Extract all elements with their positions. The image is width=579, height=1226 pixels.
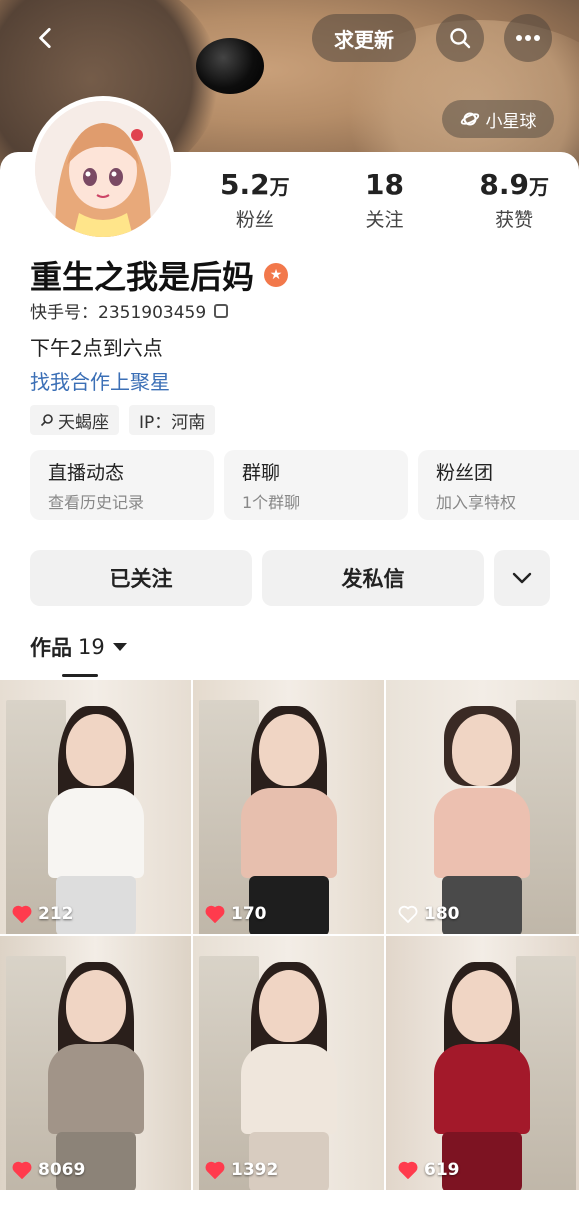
stat-number: 8.9 xyxy=(479,168,529,201)
avatar-image xyxy=(35,101,171,237)
works-count: 19 xyxy=(78,635,105,659)
figure-head xyxy=(66,714,126,786)
like-count-value: 619 xyxy=(424,1160,460,1180)
tab-works[interactable]: 作品 19 xyxy=(30,632,127,662)
banner-decoration xyxy=(196,38,264,94)
chevron-down-icon xyxy=(512,572,532,584)
profile-actions: 已关注 发私信 xyxy=(30,550,550,606)
stat-label: 粉丝 xyxy=(235,209,274,231)
like-count-value: 212 xyxy=(38,904,74,924)
like-count: 170 xyxy=(205,904,267,924)
feature-live-history[interactable]: 直播动态 查看历史记录 xyxy=(30,450,214,520)
search-icon xyxy=(450,28,471,49)
figure-body xyxy=(434,1044,530,1134)
planet-icon xyxy=(460,112,479,126)
stat-number: 5.2 xyxy=(220,168,270,201)
figure-body xyxy=(48,1044,144,1134)
video-item[interactable]: 619 xyxy=(386,936,579,1190)
video-grid: 212 170 180 8069 1392 619 xyxy=(0,680,579,1190)
tab-indicator xyxy=(62,674,98,677)
kuaishou-id-text: 快手号：2351903459 xyxy=(30,303,207,323)
like-count: 8069 xyxy=(12,1160,85,1180)
figure-body xyxy=(241,1044,337,1134)
heart-icon xyxy=(398,1161,418,1179)
stat-label: 获赞 xyxy=(495,209,534,231)
figure-body xyxy=(241,788,337,878)
stat-following[interactable]: 18 关注 xyxy=(320,168,450,232)
like-count-value: 8069 xyxy=(38,1160,86,1180)
stat-unit: 万 xyxy=(269,175,290,199)
feature-fan-club[interactable]: 粉丝团 加入享特权 xyxy=(418,450,579,520)
like-count: 180 xyxy=(398,904,460,924)
like-count-value: 170 xyxy=(231,904,267,924)
tag-label: IP：河南 xyxy=(139,412,206,433)
like-count: 1392 xyxy=(205,1160,278,1180)
profile-stats: 5.2万 粉丝 18 关注 8.9万 获赞 xyxy=(190,168,579,232)
followed-button[interactable]: 已关注 xyxy=(30,550,252,606)
video-item[interactable]: 180 xyxy=(386,680,579,934)
caret-down-icon xyxy=(112,643,127,651)
figure-head xyxy=(259,970,319,1042)
more-icon xyxy=(516,35,540,41)
request-update-button[interactable]: 求更新 xyxy=(312,14,416,62)
profile-bio: 下午2点到六点 xyxy=(30,336,163,360)
stat-number: 18 xyxy=(365,168,404,201)
profile-name-text: 重生之我是后妈 xyxy=(30,258,255,296)
video-item[interactable]: 1392 xyxy=(193,936,384,1190)
heart-icon xyxy=(12,905,32,923)
send-message-button[interactable]: 发私信 xyxy=(262,550,484,606)
search-button[interactable] xyxy=(436,14,484,62)
tag-label: 天蝎座 xyxy=(58,412,109,433)
stat-unit: 万 xyxy=(528,175,549,199)
video-item[interactable]: 8069 xyxy=(0,936,191,1190)
feature-title: 群聊 xyxy=(242,462,281,484)
figure-head xyxy=(259,714,319,786)
heart-icon xyxy=(205,1161,225,1179)
figure-body xyxy=(48,788,144,878)
like-count: 619 xyxy=(398,1160,460,1180)
tag-ip: IP：河南 xyxy=(129,405,216,435)
heart-icon xyxy=(12,1161,32,1179)
copy-icon[interactable] xyxy=(214,303,229,318)
search-icon xyxy=(40,414,53,427)
like-count-value: 1392 xyxy=(231,1160,279,1180)
like-count: 212 xyxy=(12,904,74,924)
planet-button[interactable]: 小星球 xyxy=(442,100,554,138)
kuaishou-id: 快手号：2351903459 xyxy=(30,298,229,323)
profile-tags: 天蝎座 IP：河南 xyxy=(30,405,216,435)
stat-followers[interactable]: 5.2万 粉丝 xyxy=(190,168,320,232)
works-label: 作品 xyxy=(30,636,72,660)
chevron-left-icon xyxy=(39,27,51,49)
stat-likes[interactable]: 8.9万 获赞 xyxy=(449,168,579,232)
cooperation-link[interactable]: 找我合作上聚星 xyxy=(30,366,170,395)
feature-subtitle: 1个群聊 xyxy=(242,493,301,512)
figure-head xyxy=(452,714,512,786)
more-button[interactable] xyxy=(504,14,552,62)
profile-name: 重生之我是后妈 ★ xyxy=(30,252,289,298)
feature-group-chat[interactable]: 群聊 1个群聊 xyxy=(224,450,408,520)
like-count-value: 180 xyxy=(424,904,460,924)
video-item[interactable]: 170 xyxy=(193,680,384,934)
figure-body xyxy=(434,788,530,878)
feature-subtitle: 查看历史记录 xyxy=(48,493,145,512)
figure-head xyxy=(66,970,126,1042)
figure-head xyxy=(452,970,512,1042)
feature-cards: 直播动态 查看历史记录 群聊 1个群聊 粉丝团 加入享特权 xyxy=(30,450,579,520)
back-button[interactable] xyxy=(22,14,70,62)
feature-title: 粉丝团 xyxy=(436,462,494,484)
more-actions-button[interactable] xyxy=(494,550,550,606)
avatar[interactable] xyxy=(30,96,176,242)
feature-subtitle: 加入享特权 xyxy=(436,493,517,512)
creator-badge-icon[interactable]: ★ xyxy=(264,263,289,287)
heart-icon xyxy=(398,905,418,923)
stat-label: 关注 xyxy=(365,209,404,231)
heart-icon xyxy=(205,905,225,923)
tag-zodiac[interactable]: 天蝎座 xyxy=(30,405,119,435)
feature-title: 直播动态 xyxy=(48,462,125,484)
planet-label: 小星球 xyxy=(485,111,537,132)
video-item[interactable]: 212 xyxy=(0,680,191,934)
